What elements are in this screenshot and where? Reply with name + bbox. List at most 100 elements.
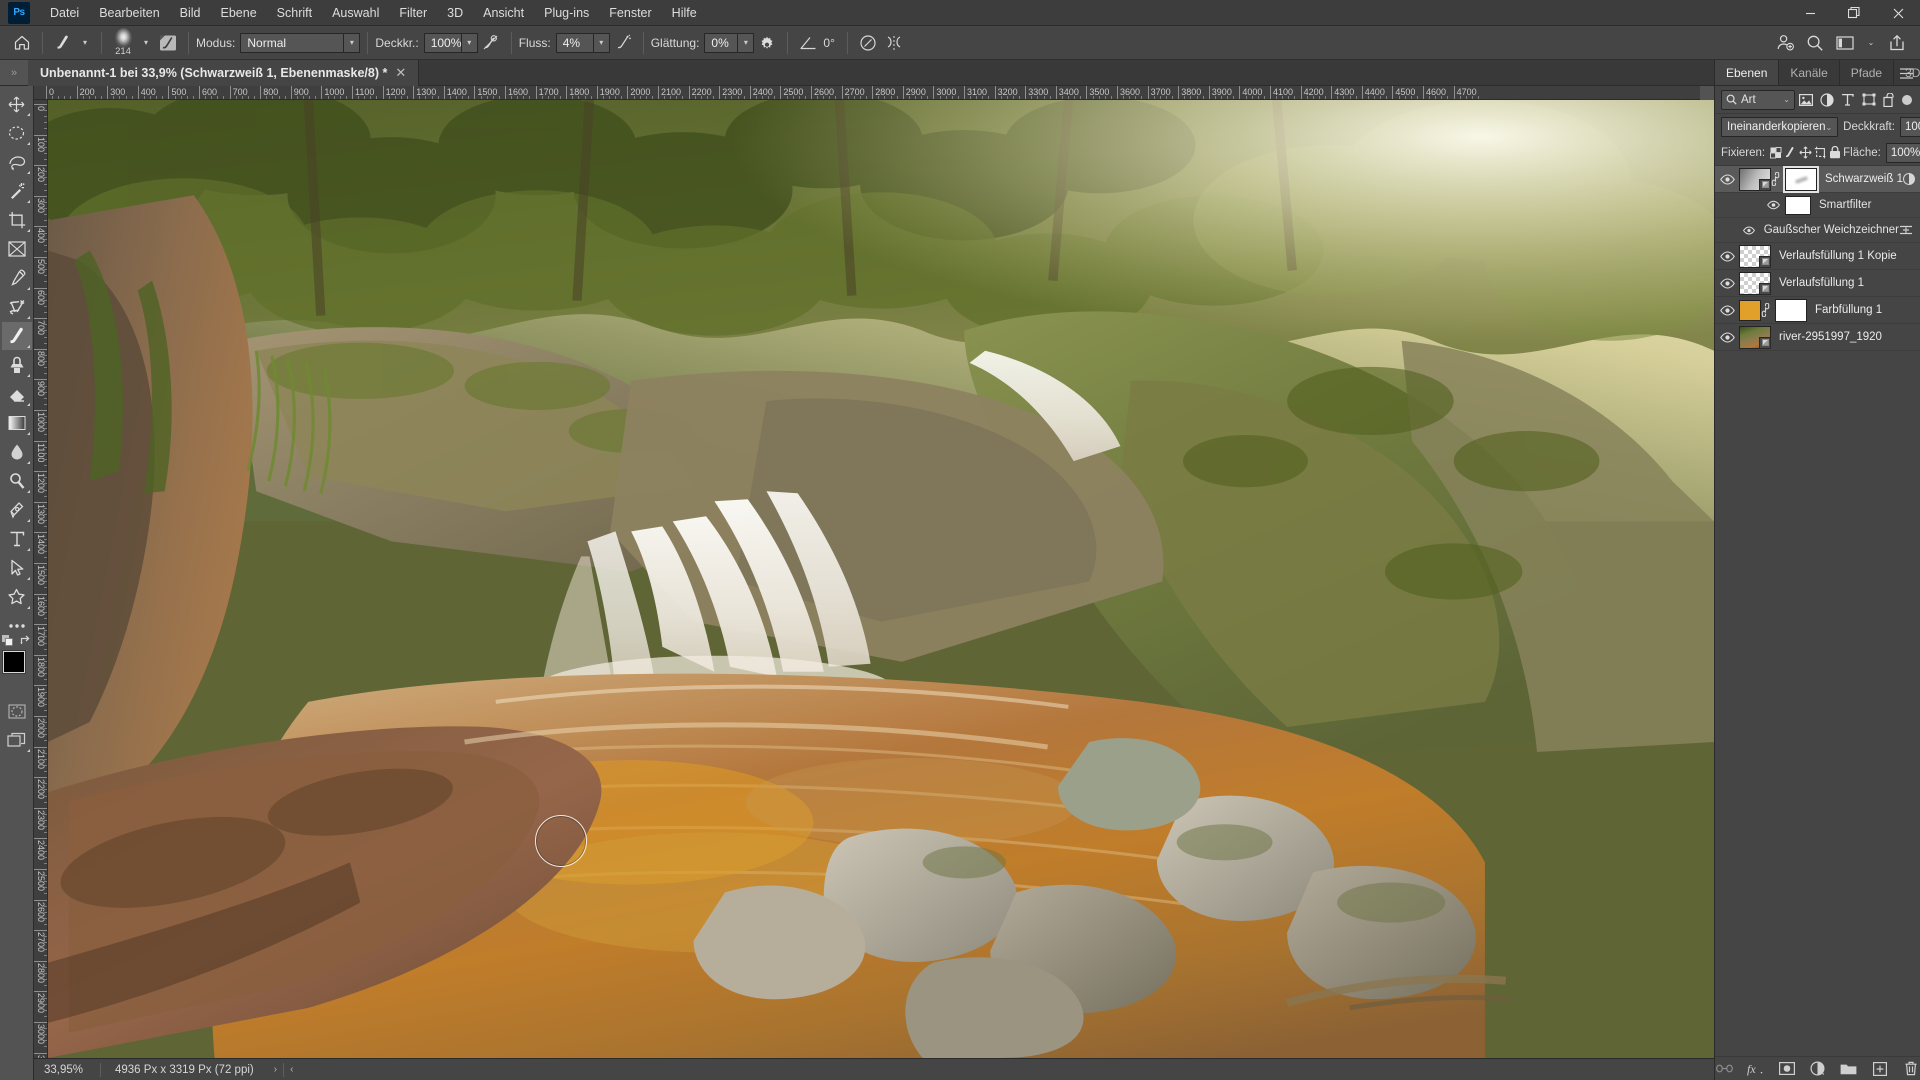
filter-shape-layers-icon[interactable]: [1858, 89, 1879, 111]
color-swatches[interactable]: [1, 635, 35, 691]
type-icon[interactable]: [2, 525, 32, 553]
layer-visibility-toggle[interactable]: [1715, 270, 1739, 296]
table-row[interactable]: Schwarzweiß 1 ⌃: [1715, 166, 1920, 193]
flow-caret[interactable]: ▾: [593, 32, 610, 53]
layer-visibility-toggle[interactable]: [1715, 243, 1739, 269]
table-row[interactable]: Verlaufsfüllung 1: [1715, 270, 1920, 297]
brush-preset-caret[interactable]: ▾: [137, 33, 155, 53]
flow-input[interactable]: 4%: [555, 32, 594, 53]
screen-mode-icon[interactable]: [2, 726, 32, 754]
share-user-icon[interactable]: [1772, 30, 1798, 56]
smoothing-caret[interactable]: ▾: [738, 32, 755, 53]
gear-icon[interactable]: [754, 30, 780, 56]
pressure-size-icon[interactable]: [855, 30, 881, 56]
brush-angle-icon[interactable]: [795, 30, 821, 56]
layer-opacity-value[interactable]: 100%: [1899, 117, 1920, 137]
new-adjustment-layer-button[interactable]: [1809, 1060, 1826, 1077]
menu-schrift[interactable]: Schrift: [267, 0, 322, 26]
fill-value[interactable]: 100%: [1885, 142, 1920, 163]
table-row[interactable]: river-2951997_1920: [1715, 324, 1920, 351]
maximize-restore-button[interactable]: [1832, 0, 1876, 26]
eyedropper-icon[interactable]: [2, 264, 32, 292]
menu-bearbeiten[interactable]: Bearbeiten: [89, 0, 169, 26]
swap-colors-icon[interactable]: [20, 635, 32, 646]
eraser-icon[interactable]: [2, 380, 32, 408]
panel-menu-icon[interactable]: [1896, 60, 1916, 86]
adjustment-halfcircle-icon[interactable]: [1902, 173, 1915, 185]
layer-thumbnail[interactable]: [1739, 325, 1771, 349]
chevron-down-icon[interactable]: ⌄: [1825, 123, 1832, 132]
new-group-button[interactable]: [1840, 1060, 1857, 1077]
layer-name[interactable]: Farbfüllung 1: [1815, 304, 1882, 316]
default-colors-icon[interactable]: [1, 635, 13, 646]
add-mask-button[interactable]: [1778, 1060, 1795, 1077]
frame-icon[interactable]: [2, 235, 32, 263]
workspace-caret[interactable]: ⌄: [1862, 33, 1880, 53]
tab-kanaele[interactable]: Kanäle: [1779, 60, 1840, 85]
table-row[interactable]: Smartfilter: [1715, 193, 1920, 218]
layer-style-button[interactable]: fx: [1747, 1060, 1764, 1077]
layers-list[interactable]: Schwarzweiß 1 ⌃ Smartfilter: [1715, 166, 1920, 1056]
document-dimensions[interactable]: 4936 Px x 3319 Px (72 ppi): [101, 1064, 268, 1076]
solid-color-thumbnail[interactable]: [1739, 299, 1761, 321]
opacity-input[interactable]: 100%: [423, 32, 462, 53]
link-icon[interactable]: [1771, 172, 1785, 186]
chevron-down-icon[interactable]: ⌄: [1783, 95, 1790, 104]
table-row[interactable]: Verlaufsfüllung 1 Kopie: [1715, 243, 1920, 270]
filter-visibility-toggle[interactable]: [1739, 218, 1759, 242]
filter-adjustment-layers-icon[interactable]: [1816, 89, 1837, 111]
minimize-button[interactable]: [1788, 0, 1832, 26]
workspace-layout-icon[interactable]: [1832, 30, 1858, 56]
pen-icon[interactable]: [2, 496, 32, 524]
clone-stamp-icon[interactable]: [2, 351, 32, 379]
layer-visibility-toggle[interactable]: [1715, 324, 1739, 350]
tab-ebenen[interactable]: Ebenen: [1715, 60, 1780, 85]
path-selection-arrow-icon[interactable]: [2, 554, 32, 582]
home-button[interactable]: [9, 30, 35, 56]
gradient-icon[interactable]: [2, 409, 32, 437]
angle-value[interactable]: 0°: [823, 36, 834, 50]
filter-type-layers-icon[interactable]: [1837, 89, 1858, 111]
layer-thumbnail[interactable]: [1739, 167, 1771, 191]
table-row[interactable]: Farbfüllung 1: [1715, 297, 1920, 324]
brush-preset-preview[interactable]: 214: [109, 27, 137, 58]
lasso-icon[interactable]: [2, 148, 32, 176]
menu-hilfe[interactable]: Hilfe: [662, 0, 707, 26]
search-icon[interactable]: [1802, 30, 1828, 56]
foreground-color-swatch[interactable]: [2, 651, 25, 673]
link-icon[interactable]: [1761, 303, 1775, 317]
lock-all-icon[interactable]: [1829, 143, 1841, 163]
filter-blending-options-icon[interactable]: [1899, 224, 1913, 236]
layer-name[interactable]: Schwarzweiß 1: [1825, 173, 1903, 185]
elliptical-marquee-icon[interactable]: [2, 119, 32, 147]
menu-ebene[interactable]: Ebene: [211, 0, 267, 26]
lock-transparent-pixels-icon[interactable]: [1770, 143, 1782, 163]
zoom-level[interactable]: 33,95%: [34, 1064, 100, 1076]
close-icon[interactable]: ✕: [395, 65, 406, 81]
blend-mode-select[interactable]: Normal: [240, 32, 345, 53]
menu-bild[interactable]: Bild: [170, 0, 211, 26]
pressure-opacity-icon[interactable]: [478, 30, 504, 56]
delete-layer-button[interactable]: [1902, 1060, 1919, 1077]
smoothing-input[interactable]: 0%: [704, 32, 739, 53]
layer-name[interactable]: Verlaufsfüllung 1 Kopie: [1779, 250, 1897, 262]
symmetry-icon[interactable]: [881, 30, 907, 56]
status-prev-arrow[interactable]: ‹: [284, 1064, 299, 1075]
smart-filter-mask-thumbnail[interactable]: [1785, 195, 1811, 215]
layer-mask-thumbnail[interactable]: [1783, 166, 1819, 193]
layer-name[interactable]: river-2951997_1920: [1779, 331, 1882, 343]
opacity-caret[interactable]: ▾: [461, 32, 478, 53]
share-export-icon[interactable]: [1884, 30, 1910, 56]
brush-tool[interactable]: [1, 322, 32, 350]
tool-preset-picker[interactable]: [50, 30, 76, 56]
spot-healing-icon[interactable]: [2, 293, 32, 321]
blur-drop-icon[interactable]: [2, 438, 32, 466]
layer-visibility-toggle[interactable]: [1715, 297, 1739, 323]
link-layers-button[interactable]: [1716, 1060, 1733, 1077]
close-button[interactable]: [1876, 0, 1920, 26]
lock-artboard-nesting-icon[interactable]: [1814, 143, 1827, 163]
magic-wand-icon[interactable]: [2, 177, 32, 205]
layer-visibility-toggle[interactable]: [1715, 166, 1739, 192]
layer-mask-thumbnail[interactable]: [1775, 298, 1807, 322]
smart-filter-group-name[interactable]: Smartfilter: [1819, 199, 1871, 211]
